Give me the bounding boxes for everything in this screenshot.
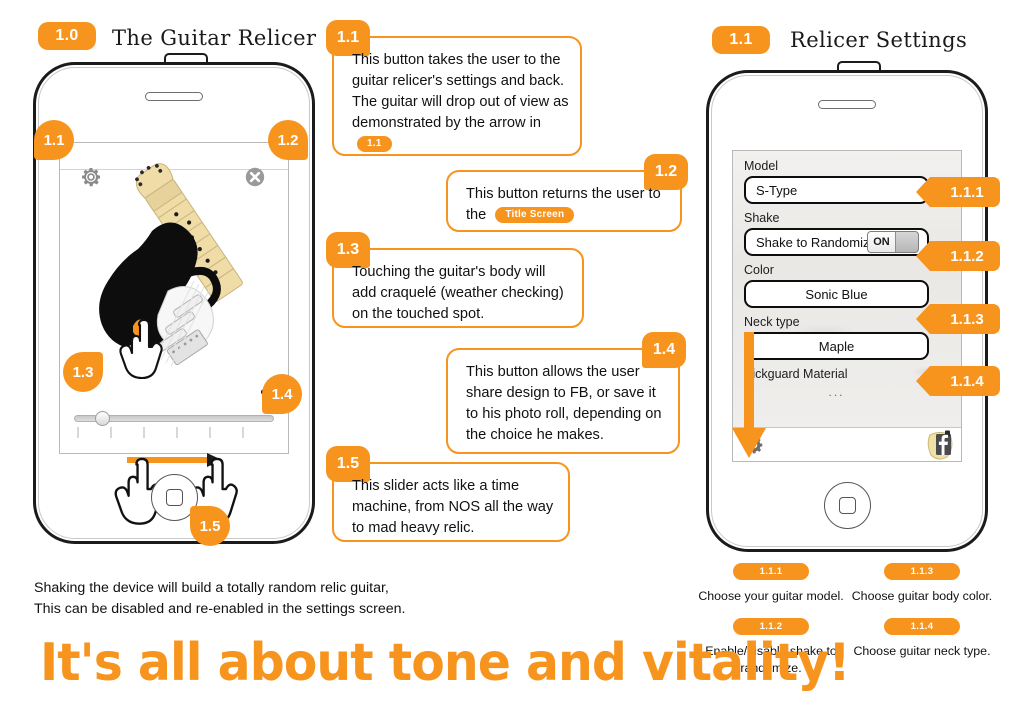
legend-badge-1-1-3: 1.1.3 (884, 563, 960, 580)
marker-1-1: 1.1 (34, 120, 74, 160)
app-screen-guitar[interactable] (59, 142, 289, 454)
callout-1-5: 1.5 This slider acts like a time machine… (326, 446, 570, 542)
settings-label-color: Color (744, 263, 774, 277)
inline-ref-pill[interactable]: 1.1 (357, 135, 392, 152)
callout-1-1: 1.1 This button takes the user to the gu… (326, 20, 582, 156)
note-line-2: This can be disabled and re-enabled in t… (34, 601, 406, 617)
legend-text-1-1-3: Choose guitar body color. (851, 589, 993, 603)
slider-ticks (77, 427, 244, 438)
power-button[interactable] (164, 53, 208, 62)
settings-value-model: S-Type (756, 182, 798, 198)
marker-label: 1.2 (277, 131, 299, 149)
callout-text: This slider acts like a time machine, fr… (352, 478, 554, 536)
slider-knob[interactable] (95, 410, 110, 426)
touch-hand-icon (119, 319, 163, 380)
marker-label: 1.1 (43, 131, 65, 149)
note-line-1: Shaking the device will build a totally … (34, 580, 389, 596)
marker-label: 1.4 (271, 385, 293, 403)
callout-1-2: 1.2 This button returns the user to the … (446, 154, 688, 232)
callout-1-3: 1.3 Touching the guitar's body will add … (326, 232, 584, 328)
settings-field-neck-type[interactable]: Maple (744, 332, 929, 360)
marker-1-4: 1.4 (262, 374, 302, 414)
legend-badge-1-1-4: 1.1.4 (884, 618, 960, 635)
settings-field-shake[interactable]: Shake to Randomize ON (744, 228, 929, 256)
settings-value-color: Sonic Blue (805, 286, 868, 302)
down-arrow-annotation (732, 332, 766, 458)
callout-text: This button allows the user share design… (466, 364, 662, 443)
marker-1-2: 1.2 (268, 120, 308, 160)
section-badge-1-0: 1.0 (38, 22, 96, 50)
relic-slider[interactable] (74, 410, 274, 426)
settings-label-neck-type: Neck type (744, 315, 800, 329)
callout-1-4: 1.4 This button allows the user share de… (446, 332, 686, 454)
settings-label-model: Model (744, 159, 779, 173)
marker-1-3: 1.3 (63, 352, 103, 392)
facebook-icon[interactable] (927, 429, 957, 461)
section-badge-label: 1.1 (729, 31, 753, 48)
shake-toggle[interactable]: ON (867, 231, 919, 253)
settings-label-shake: Shake (744, 211, 780, 225)
settings-badge-1-1-1: 1.1.1 (916, 177, 1000, 207)
settings-badge-1-1-2: 1.1.2 (916, 241, 1000, 271)
callout-text: Touching the guitar's body will add craq… (352, 264, 564, 322)
home-button-square (838, 497, 856, 514)
settings-value-shake: Shake to Randomize (756, 234, 877, 250)
settings-field-color[interactable]: Sonic Blue (744, 280, 929, 308)
page-title-left: The Guitar Relicer (112, 26, 317, 50)
section-badge-1-1: 1.1 (712, 26, 770, 54)
earpiece-speaker (818, 100, 876, 109)
legend-text-1-1-4: Choose guitar neck type. (853, 644, 991, 658)
legend-text-1-1-1: Choose your guitar model. (698, 589, 844, 603)
marker-label: 1.3 (72, 363, 94, 381)
settings-badge-1-1-4: 1.1.4 (916, 366, 1000, 396)
earpiece-speaker (145, 92, 203, 101)
section-badge-label: 1.0 (55, 27, 79, 44)
marker-label: 1.5 (199, 517, 221, 535)
tagline-headline: It's all about tone and vitality! (40, 633, 851, 693)
callout-text: This button returns the user to the Titl… (466, 186, 661, 223)
toggle-on-label: ON (868, 232, 896, 252)
legend-badge-1-1-1: 1.1.1 (733, 563, 809, 580)
inline-ref-pill[interactable]: Title Screen (495, 206, 575, 223)
home-button-square (165, 489, 183, 506)
callout-text: This button takes the user to the guitar… (352, 50, 570, 155)
settings-value-neck-type: Maple (818, 338, 855, 354)
power-button[interactable] (837, 61, 881, 70)
settings-field-model[interactable]: S-Type (744, 176, 929, 204)
home-button[interactable] (823, 482, 871, 529)
settings-value-pickguard: ... (828, 385, 845, 399)
page-title-right: Relicer Settings (790, 28, 968, 52)
settings-badge-1-1-3: 1.1.3 (916, 304, 1000, 334)
marker-1-5: 1.5 (190, 506, 230, 546)
